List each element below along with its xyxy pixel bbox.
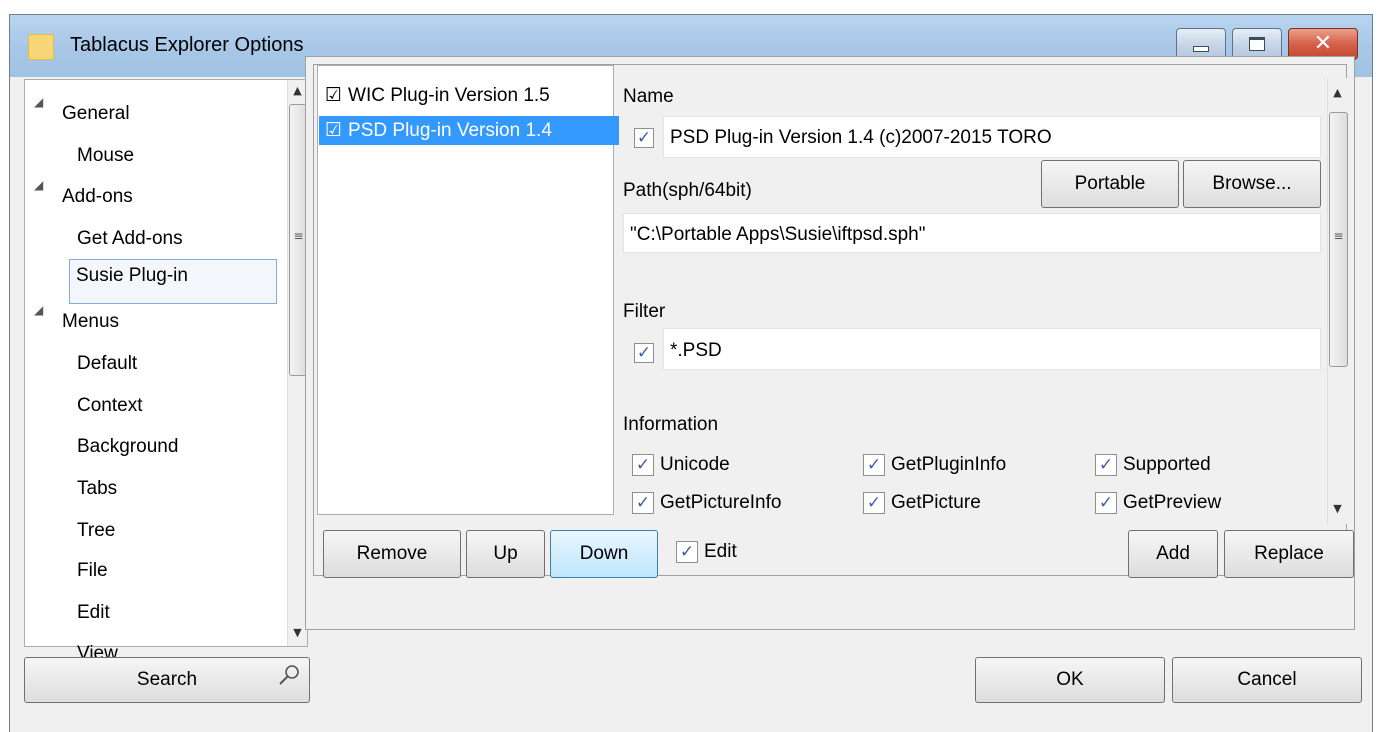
edit-label: Edit: [704, 541, 737, 562]
name-field[interactable]: PSD Plug-in Version 1.4 (c)2007-2015 TOR…: [663, 116, 1321, 158]
name-value: PSD Plug-in Version 1.4 (c)2007-2015 TOR…: [670, 127, 1052, 148]
cancel-button[interactable]: Cancel: [1172, 657, 1362, 703]
supported-label: Supported: [1123, 454, 1211, 475]
tree-scrollbar[interactable]: ▲ ≡ ▼: [287, 80, 308, 646]
list-item[interactable]: ☑ WIC Plug-in Version 1.5: [319, 81, 619, 110]
tree-item-background[interactable]: Background: [71, 431, 184, 463]
supported-option[interactable]: ✓ Supported: [1095, 454, 1211, 476]
expander-menus-icon[interactable]: ◢: [34, 303, 43, 317]
getpreview-checkbox[interactable]: ✓: [1095, 492, 1117, 514]
getpicture-option[interactable]: ✓ GetPicture: [863, 492, 981, 514]
name-label: Name: [623, 86, 674, 107]
list-item-selected[interactable]: ☑ PSD Plug-in Version 1.4: [319, 116, 619, 145]
path-value: "C:\Portable Apps\Susie\iftpsd.sph": [630, 224, 926, 245]
supported-checkbox[interactable]: ✓: [1095, 454, 1117, 476]
name-checkbox[interactable]: ✓: [634, 128, 654, 148]
getpreview-option[interactable]: ✓ GetPreview: [1095, 492, 1221, 514]
tree-item-add-ons[interactable]: Add-ons: [56, 181, 139, 213]
plugin-label: WIC Plug-in Version 1.5: [348, 85, 550, 106]
information-label: Information: [623, 414, 719, 435]
grip-icon: ≡: [1333, 229, 1344, 243]
expander-general-icon[interactable]: ◢: [34, 95, 43, 109]
ok-button[interactable]: OK: [975, 657, 1165, 703]
grip-icon: ≡: [293, 229, 304, 243]
checkbox-checked-icon[interactable]: ☑: [325, 81, 342, 110]
getplugininfo-label: GetPluginInfo: [891, 454, 1007, 475]
tree-item-tree[interactable]: Tree: [71, 515, 121, 547]
tree-item-general[interactable]: General: [56, 98, 136, 130]
tree-item-file[interactable]: File: [71, 555, 114, 587]
scroll-thumb[interactable]: ≡: [1329, 112, 1348, 367]
tree-item-susie-plug-in[interactable]: Susie Plug-in: [69, 259, 277, 304]
replace-button[interactable]: Replace: [1224, 530, 1354, 578]
filter-value: *.PSD: [670, 340, 722, 361]
window-title: Tablacus Explorer Options: [70, 34, 304, 56]
tree-item-tabs[interactable]: Tabs: [71, 473, 123, 505]
getpictureinfo-label: GetPictureInfo: [660, 492, 782, 513]
getpictureinfo-checkbox[interactable]: ✓: [632, 492, 654, 514]
settings-tree[interactable]: ◢ General Mouse ◢ Add-ons Get Add-ons Su…: [24, 79, 308, 664]
checkbox-checked-icon[interactable]: ☑: [325, 116, 342, 145]
tree-item-menus[interactable]: Menus: [56, 306, 125, 338]
magnifier-icon: [279, 665, 299, 685]
check-icon: ✓: [635, 493, 651, 513]
tree-item-edit[interactable]: Edit: [71, 597, 116, 629]
tree-item-get-add-ons[interactable]: Get Add-ons: [71, 223, 189, 255]
getplugininfo-checkbox[interactable]: ✓: [863, 454, 885, 476]
down-button[interactable]: Down: [550, 530, 658, 578]
unicode-option[interactable]: ✓ Unicode: [632, 454, 730, 476]
search-label: Search: [136, 669, 198, 690]
filter-field[interactable]: *.PSD: [663, 328, 1321, 370]
scroll-up-icon[interactable]: ▲: [1328, 86, 1347, 99]
unicode-label: Unicode: [660, 454, 730, 475]
tree-item-mouse[interactable]: Mouse: [71, 140, 140, 172]
tree-item-context[interactable]: Context: [71, 390, 148, 422]
remove-button[interactable]: Remove: [323, 530, 461, 578]
check-icon: ✓: [635, 455, 651, 475]
details-scrollbar[interactable]: ▲ ≡ ▼: [1327, 78, 1348, 524]
plugin-list[interactable]: ☑ WIC Plug-in Version 1.5 ☑ PSD Plug-in Ve…: [317, 65, 619, 515]
check-icon: ✓: [866, 455, 882, 475]
getpicture-checkbox[interactable]: ✓: [863, 492, 885, 514]
filter-checkbox[interactable]: ✓: [634, 343, 654, 363]
edit-option[interactable]: ✓ Edit: [676, 541, 737, 563]
browse-button[interactable]: Browse...: [1183, 160, 1321, 208]
plugin-label: PSD Plug-in Version 1.4: [348, 120, 552, 141]
path-label: Path(sph/64bit): [623, 180, 752, 201]
check-icon: ✓: [1098, 455, 1114, 475]
expander-add-ons-icon[interactable]: ◢: [34, 178, 43, 192]
add-button[interactable]: Add: [1128, 530, 1218, 578]
check-icon: ✓: [636, 128, 652, 148]
scroll-down-icon[interactable]: ▼: [1328, 502, 1347, 515]
tree-item-default[interactable]: Default: [71, 348, 143, 380]
up-button[interactable]: Up: [466, 530, 545, 578]
edit-checkbox[interactable]: ✓: [676, 541, 698, 563]
folder-icon: [28, 34, 54, 60]
check-icon: ✓: [866, 493, 882, 513]
getpreview-label: GetPreview: [1123, 492, 1222, 513]
getpictureinfo-option[interactable]: ✓ GetPictureInfo: [632, 492, 781, 514]
filter-label: Filter: [623, 301, 666, 322]
check-icon: ✓: [636, 343, 652, 363]
unicode-checkbox[interactable]: ✓: [632, 454, 654, 476]
maximize-icon: [1249, 37, 1265, 51]
close-icon: ✕: [1313, 31, 1333, 56]
getpicture-label: GetPicture: [891, 492, 981, 513]
search-button[interactable]: Search: [24, 657, 310, 703]
minimize-icon: [1193, 46, 1209, 52]
check-icon: ✓: [1098, 493, 1114, 513]
portable-button[interactable]: Portable: [1041, 160, 1179, 208]
getplugininfo-option[interactable]: ✓ GetPluginInfo: [863, 454, 1006, 476]
check-icon: ✓: [679, 542, 695, 562]
path-field[interactable]: "C:\Portable Apps\Susie\iftpsd.sph": [623, 213, 1321, 253]
